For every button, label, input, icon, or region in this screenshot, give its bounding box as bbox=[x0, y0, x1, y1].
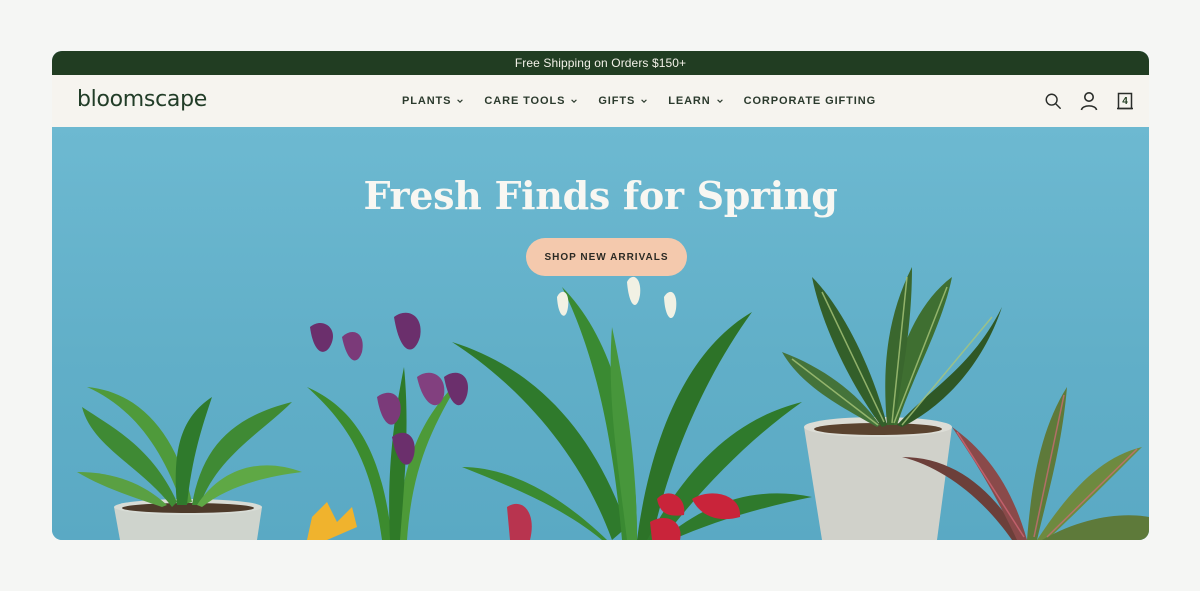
nav-item-corporate-gifting[interactable]: CORPORATE GIFTING bbox=[744, 95, 876, 107]
chevron-down-icon bbox=[641, 99, 648, 103]
promo-text: Free Shipping on Orders $150+ bbox=[514, 56, 687, 70]
nav-item-learn[interactable]: LEARN bbox=[668, 95, 723, 107]
nav-item-label: CORPORATE GIFTING bbox=[743, 95, 877, 107]
chevron-down-icon bbox=[571, 99, 578, 103]
nav-item-label: LEARN bbox=[668, 95, 711, 107]
plant-calla-lily bbox=[307, 312, 468, 540]
nav-item-care-tools[interactable]: CARE TOOLS bbox=[484, 95, 578, 107]
nav-item-label: CARE TOOLS bbox=[484, 95, 566, 107]
plant-peace-lily bbox=[452, 276, 812, 540]
account-icon bbox=[1080, 92, 1098, 111]
hero-title: Fresh Finds for Spring bbox=[363, 173, 838, 218]
nav-item-label: GIFTS bbox=[598, 95, 636, 107]
promo-banner[interactable]: Free Shipping on Orders $150+ bbox=[52, 51, 1149, 75]
page-frame: Free Shipping on Orders $150+ bloomscape… bbox=[52, 51, 1149, 540]
search-button[interactable] bbox=[1043, 91, 1063, 111]
site-header: bloomscape PLANTS CARE TOOLS GIFTS LEARN… bbox=[52, 75, 1149, 127]
plant-left bbox=[77, 387, 302, 540]
account-button[interactable] bbox=[1079, 91, 1099, 111]
plant-maranta bbox=[782, 267, 1002, 540]
search-icon bbox=[1045, 93, 1061, 109]
shop-new-arrivals-button[interactable]: SHOP NEW ARRIVALS bbox=[526, 238, 687, 276]
nav-item-plants[interactable]: PLANTS bbox=[402, 95, 464, 107]
chevron-down-icon bbox=[457, 99, 464, 103]
chevron-down-icon bbox=[716, 99, 723, 103]
cart-count-badge: 4 bbox=[1122, 96, 1128, 107]
brand-logo[interactable]: bloomscape bbox=[77, 87, 207, 112]
nav-item-label: PLANTS bbox=[402, 95, 452, 107]
header-actions: 4 bbox=[1043, 75, 1135, 127]
cart-button[interactable]: 4 bbox=[1115, 91, 1135, 111]
nav-item-gifts[interactable]: GIFTS bbox=[598, 95, 648, 107]
main-nav: PLANTS CARE TOOLS GIFTS LEARN CORPORATE … bbox=[402, 75, 876, 127]
hero-banner[interactable]: Fresh Finds for Spring SHOP NEW ARRIVALS bbox=[52, 127, 1149, 540]
